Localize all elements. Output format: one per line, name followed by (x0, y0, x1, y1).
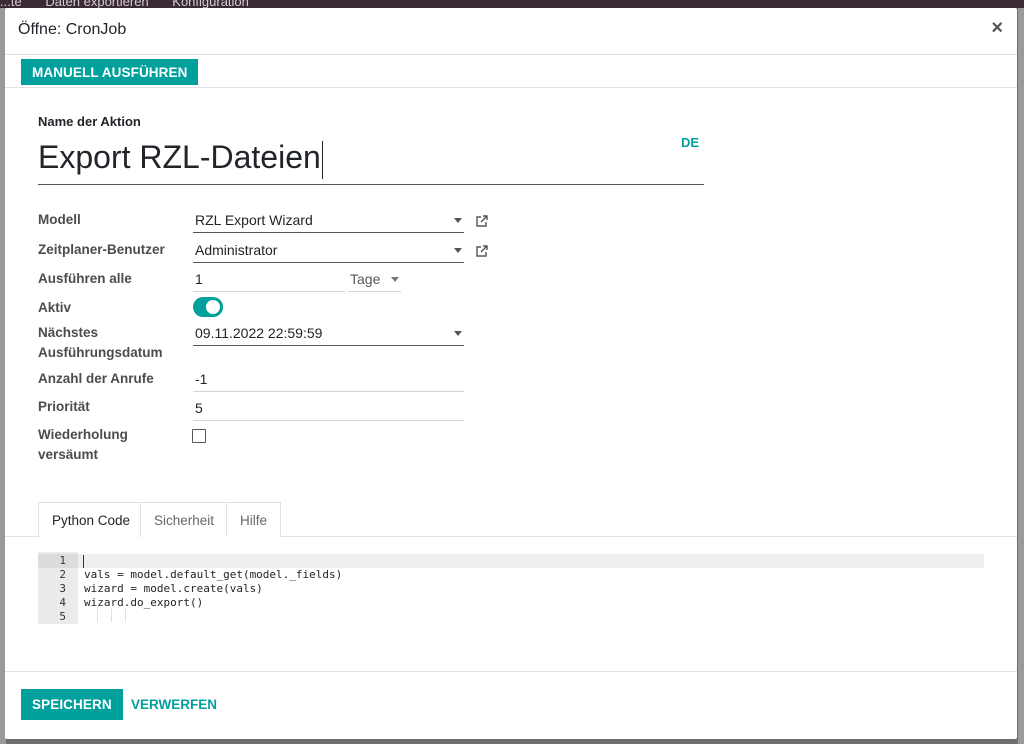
code-line: 5 (38, 608, 984, 624)
background-right-strip (1018, 8, 1024, 744)
background-menu-item: ...te (0, 0, 22, 8)
dialog-header: Öffne: CronJob × (5, 8, 1017, 55)
scheduler-user-label: Zeitplaner-Benutzer (38, 242, 165, 257)
repeat-missed-label-line1: Wiederholung (38, 427, 128, 442)
cronjob-dialog: Öffne: CronJob × MANUELL AUSFÜHREN Name … (5, 8, 1017, 739)
repeat-missed-checkbox[interactable] (192, 429, 206, 443)
next-execution-label-line1: Nächstes (38, 325, 99, 340)
indent-guide (111, 608, 112, 622)
python-code-editor[interactable]: 1 2 vals = model.default_get(model._fiel… (38, 552, 984, 624)
repeat-missed-label-line2: versäumt (38, 447, 99, 462)
run-manually-button[interactable]: MANUELL AUSFÜHREN (21, 59, 199, 85)
priority-label: Priorität (38, 399, 90, 414)
code-text: wizard.do_export() (84, 596, 204, 609)
line-number: 1 (38, 554, 78, 568)
close-icon[interactable]: × (991, 17, 1003, 40)
save-button[interactable]: SPEICHERN (21, 689, 123, 720)
discard-button[interactable]: VERWERFEN (120, 689, 228, 720)
tab-python-code[interactable]: Python Code (38, 502, 145, 538)
code-text: wizard = model.create(vals) (84, 582, 263, 595)
background-menu: ...te Daten exportieren Konfiguration (0, 0, 269, 8)
priority-value: 5 (195, 400, 203, 416)
code-line: 2 vals = model.default_get(model._fields… (38, 568, 984, 582)
external-link-icon[interactable] (475, 214, 489, 228)
model-select[interactable]: RZL Export Wizard (193, 209, 464, 233)
action-name-label: Name der Aktion (38, 114, 141, 129)
priority-input[interactable]: 5 (193, 397, 464, 421)
line-number: 2 (59, 568, 66, 581)
model-label: Modell (38, 212, 81, 227)
indent-guide (125, 608, 126, 622)
background-menu-item: Daten exportieren (45, 0, 149, 8)
text-cursor (83, 555, 84, 568)
scheduler-user-value: Administrator (195, 242, 278, 258)
scheduler-user-select[interactable]: Administrator (193, 239, 464, 263)
background-menu-item: Konfiguration (172, 0, 249, 8)
next-execution-value: 09.11.2022 22:59:59 (195, 325, 323, 341)
number-of-calls-label: Anzahl der Anrufe (38, 371, 154, 386)
line-number: 4 (59, 596, 66, 609)
model-value: RZL Export Wizard (195, 212, 313, 228)
next-execution-label-line2: Ausführungsdatum (38, 345, 163, 360)
action-name-value: Export RZL-Dateien (38, 139, 321, 175)
line-number: 3 (59, 582, 66, 595)
chevron-down-icon (391, 277, 399, 282)
code-text: vals = model.default_get(model._fields) (84, 568, 343, 581)
chevron-down-icon (454, 218, 462, 223)
line-number: 5 (59, 610, 66, 623)
code-line: 1 (38, 554, 984, 568)
action-name-input[interactable]: Export RZL-Dateien (38, 136, 704, 185)
next-execution-date-input[interactable]: 09.11.2022 22:59:59 (193, 322, 464, 346)
active-toggle[interactable] (193, 297, 223, 317)
action-bar: MANUELL AUSFÜHREN (5, 55, 1017, 88)
code-line: 3 wizard = model.create(vals) (38, 582, 984, 596)
active-label: Aktiv (38, 300, 72, 315)
background-topbar: ...te Daten exportieren Konfiguration (0, 0, 1024, 8)
chevron-down-icon (454, 248, 462, 253)
external-link-icon[interactable] (475, 244, 489, 258)
tab-security[interactable]: Sicherheit (140, 502, 229, 537)
tab-help[interactable]: Hilfe (226, 502, 282, 537)
dialog-title: Öffne: CronJob (18, 21, 127, 38)
chevron-down-icon (454, 331, 462, 336)
interval-number-value: 1 (195, 271, 203, 287)
interval-number-input[interactable]: 1 (193, 268, 345, 292)
number-of-calls-input[interactable]: -1 (193, 368, 464, 392)
interval-label: Ausführen alle (38, 271, 132, 286)
code-line: 4 wizard.do_export() (38, 596, 984, 610)
number-of-calls-value: -1 (195, 371, 208, 387)
text-cursor (321, 140, 323, 179)
toggle-knob (206, 300, 220, 314)
indent-guide (97, 608, 98, 622)
footer-divider (5, 671, 1017, 672)
language-button[interactable]: DE (681, 135, 699, 150)
interval-unit-select[interactable]: Tage (348, 268, 401, 292)
interval-unit-value: Tage (350, 271, 381, 287)
